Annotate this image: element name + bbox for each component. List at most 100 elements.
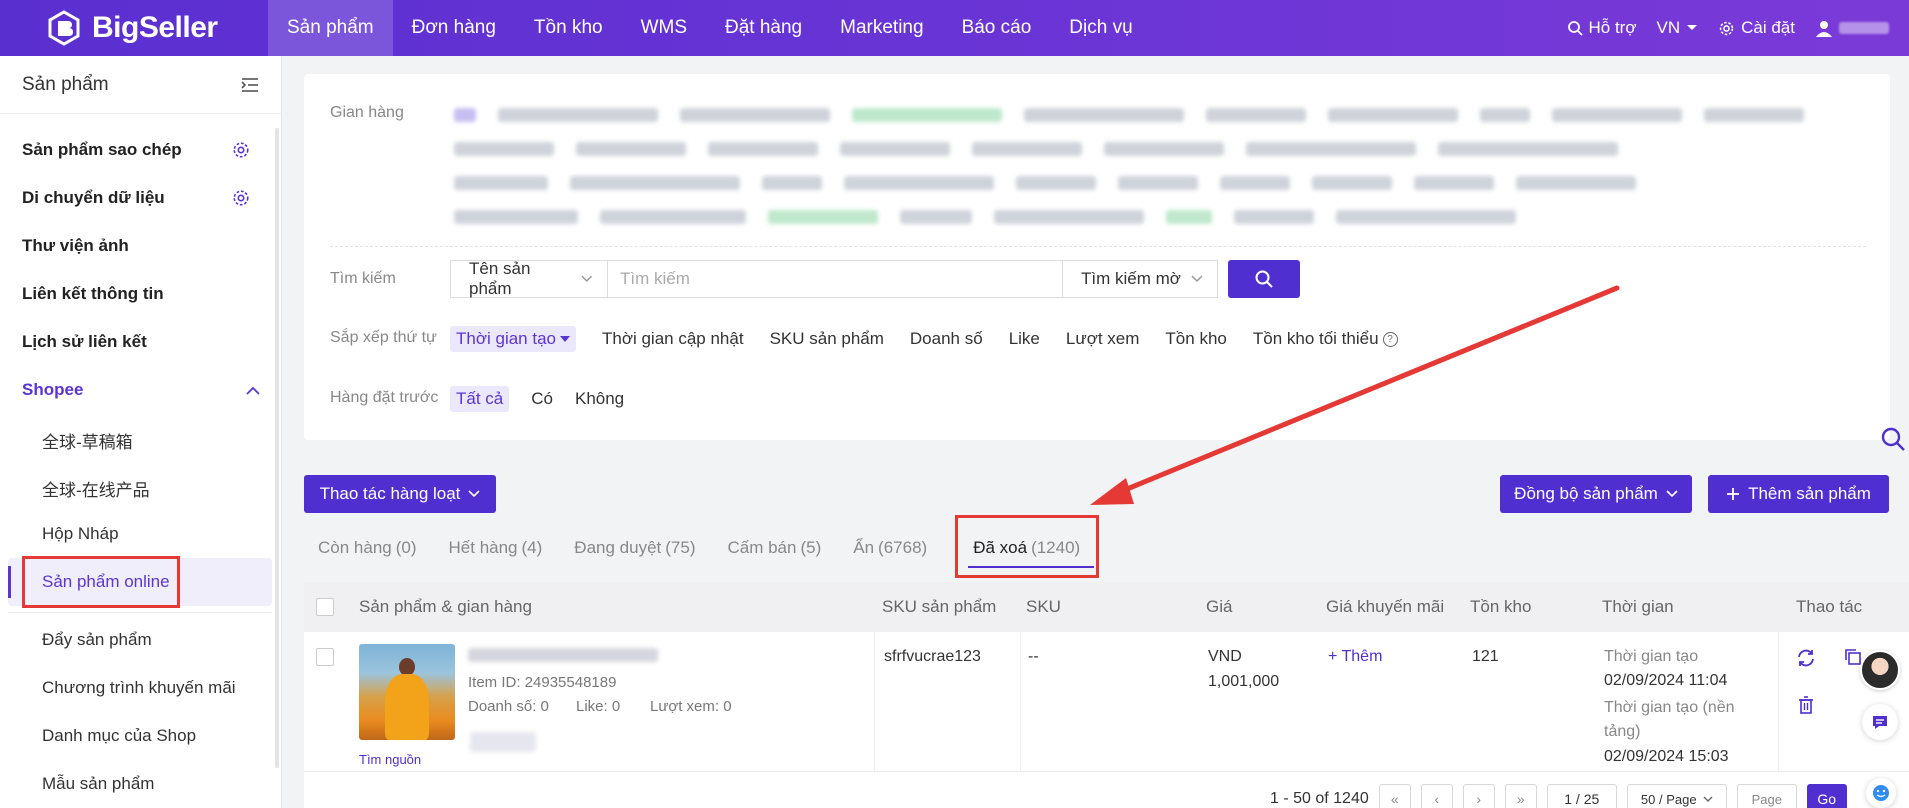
sidebar-item-push-products[interactable]: Đẩy sản phẩm: [42, 630, 152, 650]
shop-chip[interactable]: [1704, 108, 1804, 122]
shop-chip[interactable]: [844, 176, 994, 190]
shop-chip[interactable]: [972, 142, 1082, 156]
sort-product-sku[interactable]: SKU sản phẩm: [770, 329, 884, 349]
nav-wms[interactable]: WMS: [622, 0, 706, 56]
shop-chip[interactable]: [1312, 176, 1392, 190]
sort-min-stock[interactable]: Tồn kho tối thiểu ?: [1253, 329, 1398, 349]
add-promo-link[interactable]: + Thêm: [1328, 648, 1382, 666]
gear-icon[interactable]: [232, 141, 250, 159]
shop-chip[interactable]: [708, 142, 818, 156]
language-select[interactable]: VN: [1657, 18, 1699, 38]
page-indicator[interactable]: 1 / 25: [1546, 784, 1617, 808]
sync-products-button[interactable]: Đồng bộ sản phẩm: [1500, 475, 1692, 513]
sidebar-item-shop-categories[interactable]: Danh mục của Shop: [42, 726, 196, 746]
shop-chip[interactable]: [1206, 108, 1306, 122]
per-page-select[interactable]: 50 / Page: [1626, 784, 1727, 808]
nav-services[interactable]: Dịch vụ: [1050, 0, 1151, 56]
shop-chip[interactable]: [1118, 176, 1198, 190]
sidebar-item-promotions[interactable]: Chương trình khuyến mãi: [42, 678, 236, 698]
sidebar-item-product-templates[interactable]: Mẫu sản phẩm: [42, 774, 154, 794]
shop-chip[interactable]: [1024, 108, 1184, 122]
sidebar-item-link-history[interactable]: Lịch sử liên kết: [22, 332, 147, 352]
shop-chip[interactable]: [1438, 142, 1618, 156]
preorder-yes[interactable]: Có: [531, 389, 553, 409]
shop-chip[interactable]: [1246, 142, 1416, 156]
shop-chip[interactable]: [1552, 108, 1682, 122]
sidebar-item-data-migration[interactable]: Di chuyển dữ liệu: [22, 188, 165, 208]
tab-banned[interactable]: Cấm bán (5): [713, 528, 839, 568]
logo[interactable]: BigSeller: [0, 0, 268, 56]
shop-chip[interactable]: [852, 108, 1002, 122]
nav-marketing[interactable]: Marketing: [821, 0, 942, 56]
shop-chip[interactable]: [570, 176, 740, 190]
user-menu[interactable]: [1815, 19, 1889, 37]
shop-chip[interactable]: [454, 108, 476, 122]
bulk-actions-button[interactable]: Thao tác hàng loạt: [304, 475, 496, 513]
shop-chip[interactable]: [1480, 108, 1530, 122]
sidebar-item-link-info[interactable]: Liên kết thông tin: [22, 284, 164, 304]
search-mode-select[interactable]: Tìm kiếm mờ: [1062, 260, 1218, 298]
shop-chip[interactable]: [576, 142, 686, 156]
first-page-button[interactable]: «: [1378, 784, 1411, 808]
chat-button[interactable]: [1862, 704, 1898, 740]
tab-in-stock[interactable]: Còn hàng (0): [304, 528, 435, 568]
gear-icon[interactable]: [232, 189, 250, 207]
preorder-no[interactable]: Không: [575, 389, 624, 409]
trash-icon[interactable]: [1798, 696, 1814, 714]
copy-icon[interactable]: [1844, 648, 1862, 666]
shop-chip[interactable]: [1328, 108, 1458, 122]
nav-reports[interactable]: Báo cáo: [943, 0, 1051, 56]
sort-created-time[interactable]: Thời gian tạo: [450, 326, 576, 352]
next-page-button[interactable]: ›: [1462, 784, 1495, 808]
sidebar-item-drafts[interactable]: Hộp Nháp: [42, 524, 119, 544]
shop-chip[interactable]: [994, 210, 1144, 224]
nav-orders[interactable]: Đơn hàng: [393, 0, 515, 56]
search-field-select[interactable]: Tên sản phẩm: [450, 259, 608, 298]
shop-chip[interactable]: [1104, 142, 1224, 156]
shop-chip[interactable]: [900, 210, 972, 224]
shop-chip[interactable]: [1414, 176, 1494, 190]
shop-chip[interactable]: [1336, 210, 1516, 224]
sync-icon[interactable]: [1796, 648, 1816, 668]
row-checkbox[interactable]: [316, 648, 334, 666]
find-source-link[interactable]: Tìm nguồn: [359, 752, 421, 767]
help-icon[interactable]: ?: [1382, 331, 1398, 347]
sidebar-item-global-drafts[interactable]: 全球-草稿箱: [42, 428, 133, 453]
search-input[interactable]: Tìm kiếm: [608, 260, 1062, 298]
sort-sales[interactable]: Doanh số: [910, 329, 983, 349]
support-agent-avatar[interactable]: [1860, 650, 1900, 690]
sort-stock[interactable]: Tồn kho: [1165, 329, 1226, 349]
product-thumbnail[interactable]: [359, 644, 455, 740]
shop-chip[interactable]: [1234, 210, 1314, 224]
shop-chip[interactable]: [1220, 176, 1290, 190]
shop-chip[interactable]: [1516, 176, 1636, 190]
search-button[interactable]: [1228, 260, 1300, 298]
floating-search-icon[interactable]: [1880, 426, 1906, 452]
sidebar-group-shopee[interactable]: Shopee: [22, 380, 260, 400]
sidebar-item-copy-products[interactable]: Sản phẩm sao chép: [22, 140, 182, 160]
shop-chip[interactable]: [768, 210, 878, 224]
tab-out-of-stock[interactable]: Hết hàng (4): [435, 528, 561, 568]
shop-chip[interactable]: [498, 108, 658, 122]
prev-page-button[interactable]: ‹: [1420, 784, 1453, 808]
shop-chip[interactable]: [454, 142, 554, 156]
shop-chip[interactable]: [680, 108, 830, 122]
select-all-checkbox[interactable]: [316, 598, 334, 616]
sort-views[interactable]: Lượt xem: [1066, 329, 1140, 349]
settings-link[interactable]: Cài đặt: [1718, 18, 1795, 38]
shop-chip[interactable]: [840, 142, 950, 156]
shop-chip[interactable]: [600, 210, 746, 224]
product-title-redacted[interactable]: [468, 648, 658, 662]
shop-chip[interactable]: [1016, 176, 1096, 190]
helper-button[interactable]: [1866, 778, 1896, 808]
collapse-menu-icon[interactable]: [241, 77, 259, 93]
tab-under-review[interactable]: Đang duyệt (75): [560, 528, 713, 568]
nav-purchase[interactable]: Đặt hàng: [706, 0, 821, 56]
tab-hidden[interactable]: Ẩn (6768): [839, 528, 945, 568]
shop-chip[interactable]: [1166, 210, 1212, 224]
shop-chip[interactable]: [454, 210, 578, 224]
go-button[interactable]: Go: [1806, 784, 1847, 808]
shop-chip[interactable]: [454, 176, 548, 190]
sort-like[interactable]: Like: [1009, 329, 1040, 349]
nav-products[interactable]: Sản phẩm: [268, 0, 393, 56]
